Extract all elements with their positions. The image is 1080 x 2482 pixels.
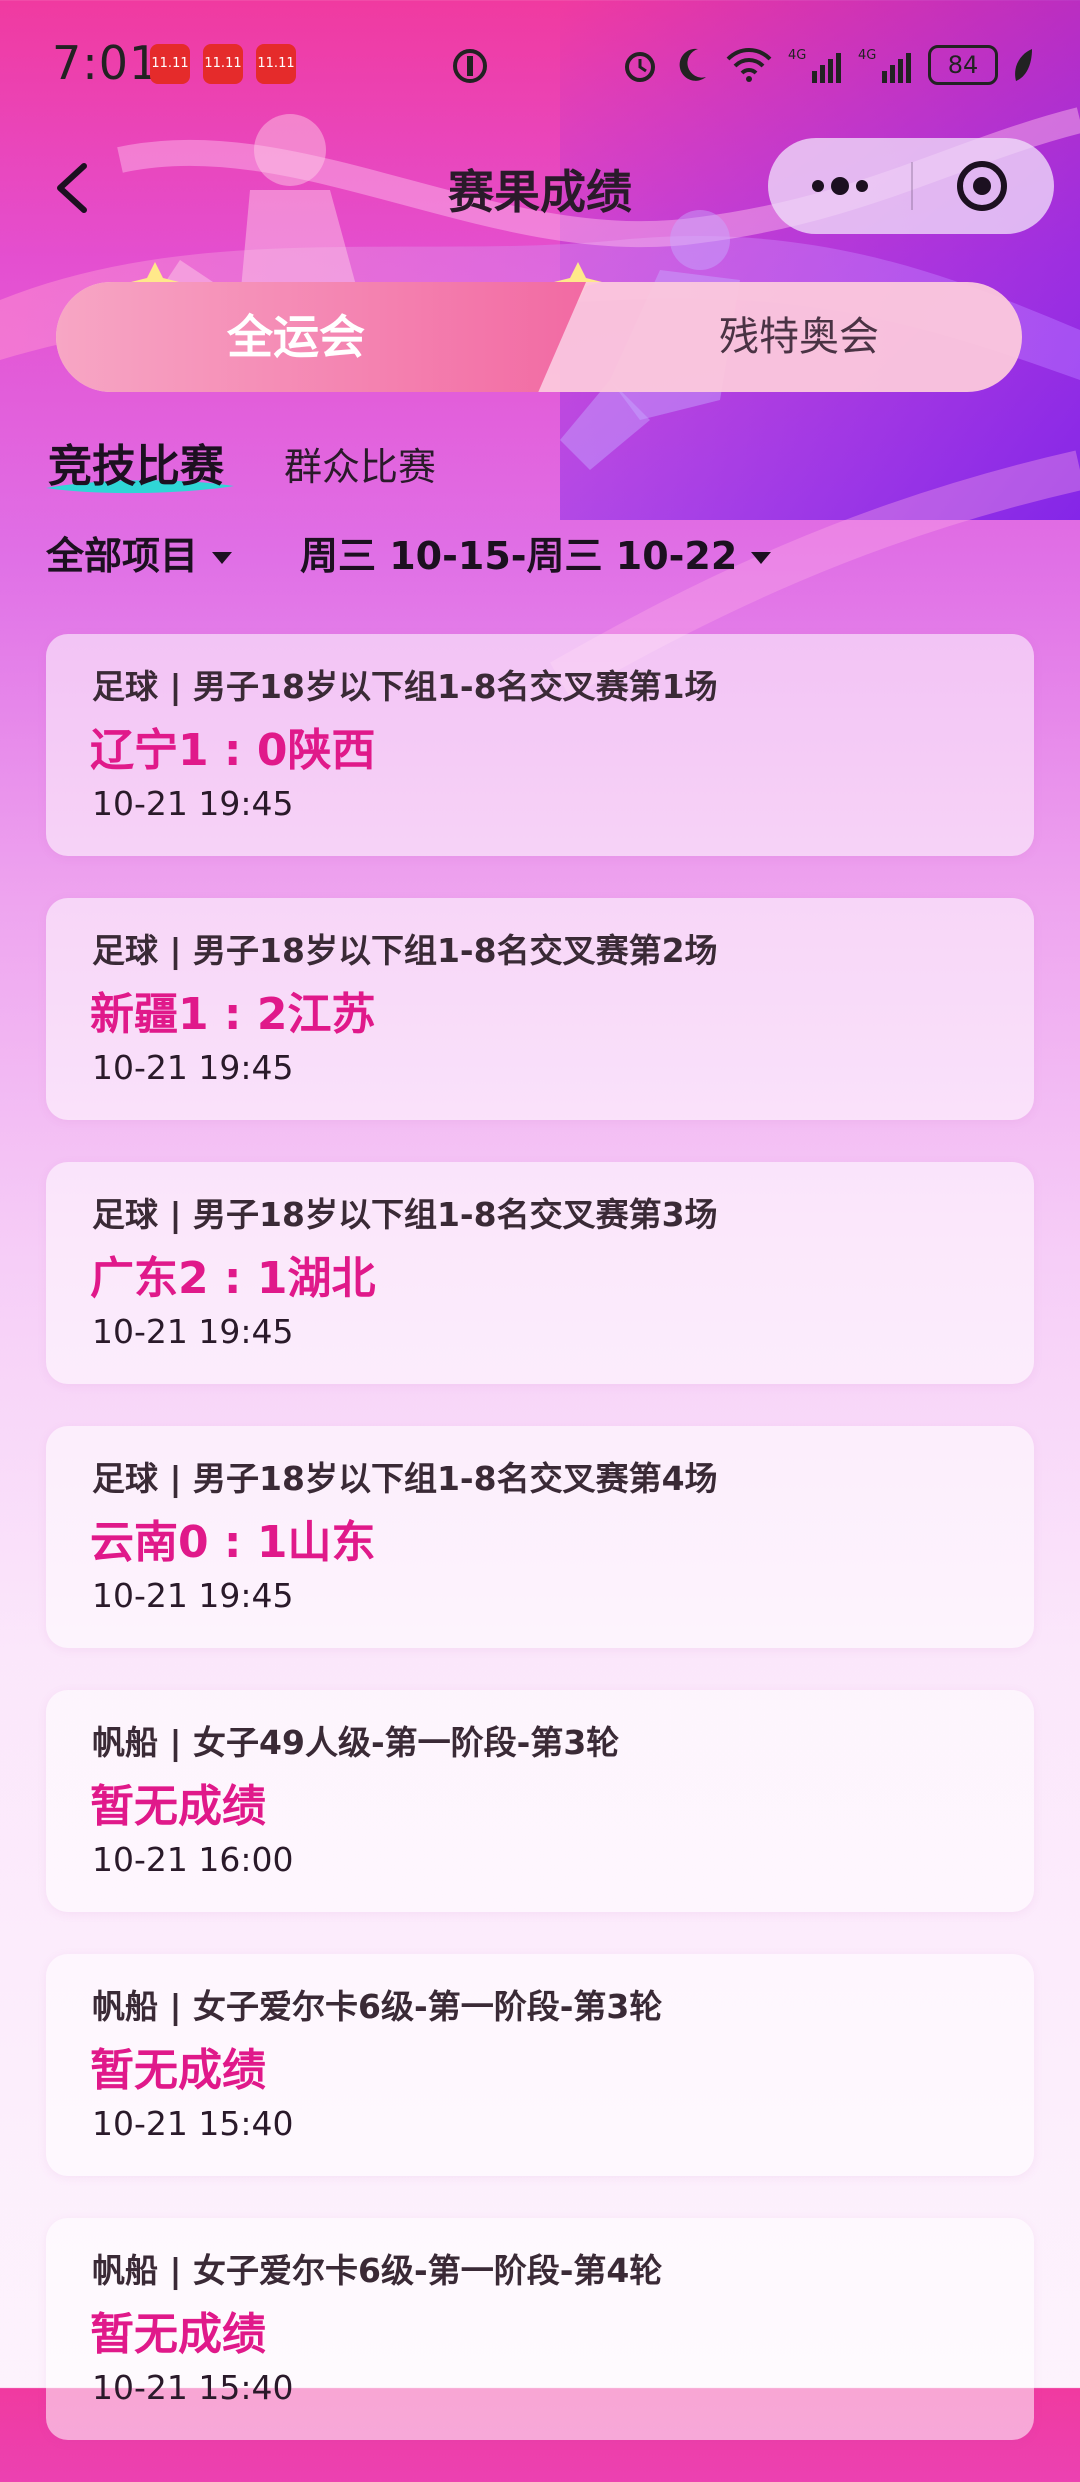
mini-program-capsule — [768, 138, 1054, 234]
tab-competitive[interactable]: 竞技比赛 — [48, 430, 224, 494]
result-score: 云南0 : 1山东 — [90, 1517, 376, 1568]
more-dots-icon[interactable] — [804, 138, 876, 234]
result-time: 10-21 16:00 — [92, 1840, 294, 1879]
result-card[interactable]: 足球 | 男子18岁以下组1-8名交叉赛第4场 云南0 : 1山东 10-21 … — [46, 1426, 1034, 1648]
result-time: 10-21 19:45 — [92, 1312, 294, 1351]
result-event: 足球 | 男子18岁以下组1-8名交叉赛第1场 — [92, 667, 718, 706]
wifi-icon — [726, 48, 772, 82]
results-list: 足球 | 男子18岁以下组1-8名交叉赛第1场 辽宁1 : 0陕西 10-21 … — [46, 634, 1034, 2482]
result-score: 暂无成绩 — [90, 2309, 266, 2360]
leaf-icon — [1015, 49, 1032, 81]
tab-mass-sports[interactable]: 群众比赛 — [284, 436, 436, 491]
result-event: 帆船 | 女子爱尔卡6级-第一阶段-第3轮 — [92, 1987, 663, 2026]
event-filter-dropdown[interactable]: 全部项目 — [46, 528, 233, 584]
status-bar: 7:01 11.11 11.11 11.11 4G 4G 84 — [0, 0, 1080, 130]
result-score: 暂无成绩 — [90, 1781, 266, 1832]
target-circle-icon[interactable] — [946, 138, 1018, 234]
nav-bar: 赛果成绩 — [0, 130, 1080, 240]
status-icons: 4G 4G 84 — [620, 40, 1034, 90]
date-range-label: 周三 10-15-周三 10-22 — [300, 534, 738, 578]
status-time: 7:01 — [52, 36, 160, 90]
notification-icon: 11.11 — [256, 44, 296, 84]
svg-text:4G: 4G — [788, 48, 806, 63]
result-event: 足球 | 男子18岁以下组1-8名交叉赛第2场 — [92, 931, 718, 970]
alarm-icon — [625, 52, 655, 82]
segment-national-games[interactable]: 全运会 — [56, 282, 536, 392]
segment-paralympic-games[interactable]: 残特奥会 — [576, 282, 1022, 392]
battery-icon: 84 — [928, 45, 998, 85]
result-score: 暂无成绩 — [90, 2045, 266, 2096]
result-card[interactable]: 足球 | 男子18岁以下组1-8名交叉赛第2场 新疆1 : 2江苏 10-21 … — [46, 898, 1034, 1120]
result-card[interactable]: 足球 | 男子18岁以下组1-8名交叉赛第1场 辽宁1 : 0陕西 10-21 … — [46, 634, 1034, 856]
result-event: 足球 | 男子18岁以下组1-8名交叉赛第3场 — [92, 1195, 718, 1234]
moon-icon — [679, 48, 706, 81]
notification-icon: 11.11 — [203, 44, 243, 84]
notification-icon: 11.11 — [150, 44, 190, 84]
caret-down-icon — [751, 552, 772, 564]
signal-icon: 4G — [858, 48, 911, 83]
signal-icon: 4G — [788, 48, 841, 83]
svg-text:4G: 4G — [858, 48, 876, 63]
result-time: 10-21 19:45 — [92, 784, 294, 823]
result-event: 帆船 | 女子爱尔卡6级-第一阶段-第4轮 — [92, 2251, 663, 2290]
result-card[interactable]: 帆船 | 女子爱尔卡6级-第一阶段-第3轮 暂无成绩 10-21 15:40 — [46, 1954, 1034, 2176]
games-segment-control: 全运会 残特奥会 — [56, 282, 1022, 392]
result-score: 辽宁1 : 0陕西 — [90, 725, 376, 776]
event-filter-label: 全部项目 — [46, 534, 199, 578]
result-card[interactable]: 帆船 | 女子49人级-第一阶段-第3轮 暂无成绩 10-21 16:00 — [46, 1690, 1034, 1912]
capsule-divider — [911, 162, 913, 210]
result-event: 足球 | 男子18岁以下组1-8名交叉赛第4场 — [92, 1459, 718, 1498]
data-saver-icon — [453, 49, 487, 83]
caret-down-icon — [212, 552, 233, 564]
result-time: 10-21 19:45 — [92, 1576, 294, 1615]
result-time: 10-21 19:45 — [92, 1048, 294, 1087]
date-range-dropdown[interactable]: 周三 10-15-周三 10-22 — [300, 528, 772, 584]
result-time: 10-21 15:40 — [92, 2104, 294, 2143]
result-card[interactable]: 足球 | 男子18岁以下组1-8名交叉赛第3场 广东2 : 1湖北 10-21 … — [46, 1162, 1034, 1384]
result-event: 帆船 | 女子49人级-第一阶段-第3轮 — [92, 1723, 620, 1762]
filter-bar: 全部项目 周三 10-15-周三 10-22 — [46, 528, 1046, 584]
result-score: 广东2 : 1湖北 — [90, 1253, 376, 1304]
result-card[interactable]: 帆船 | 女子爱尔卡6级-第一阶段-第4轮 暂无成绩 10-21 15:40 — [46, 2218, 1034, 2440]
result-score: 新疆1 : 2江苏 — [90, 989, 376, 1040]
